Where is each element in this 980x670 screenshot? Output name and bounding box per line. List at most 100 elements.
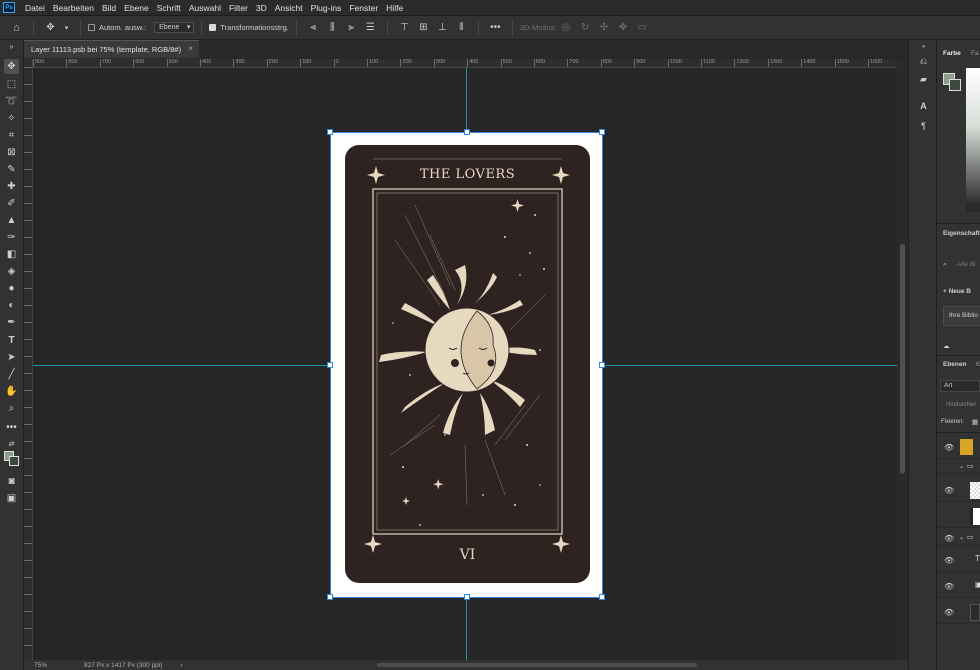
lock-transparency-icon[interactable]: ▦ [972, 418, 978, 426]
blur-tool-icon[interactable]: ● [4, 281, 19, 296]
screen-mode-icon[interactable]: ▣ [4, 491, 19, 506]
menu-auswahl[interactable]: Auswahl [185, 3, 225, 13]
layer-row[interactable]: 👁 [937, 600, 980, 624]
marquee-tool-icon[interactable]: ⬚ [4, 77, 19, 92]
align-distribute-icon[interactable]: ☰ [364, 21, 377, 34]
dodge-tool-icon[interactable]: ◐ [4, 298, 19, 313]
menu-bearbeiten[interactable]: Bearbeiten [49, 3, 98, 13]
document-tab[interactable]: Layer 11113.psb bei 75% (template, RGB/8… [24, 40, 199, 58]
background-color-swatch[interactable] [9, 456, 19, 466]
lasso-tool-icon[interactable]: ➰ [4, 94, 19, 109]
document-canvas[interactable]: THE LOVERS VI [327, 129, 605, 600]
comments-icon[interactable]: ▰ [917, 73, 930, 86]
transform-handle-bottom-right[interactable] [599, 594, 605, 600]
chevron-down-icon[interactable]: ⌄ [959, 534, 964, 541]
more-options-icon[interactable]: ••• [489, 21, 502, 34]
align-top-icon[interactable]: ⊤ [398, 21, 411, 34]
layer-group-row[interactable]: ⌄ ▭ [937, 460, 980, 474]
menu-schrift[interactable]: Schrift [153, 3, 185, 13]
transform-handle-bottom-left[interactable] [327, 594, 333, 600]
3d-pan-icon[interactable]: ✣ [598, 21, 611, 34]
color-picker-field[interactable] [966, 68, 980, 212]
auto-select-checkbox[interactable] [88, 24, 95, 31]
visibility-eye-icon[interactable]: 👁 [944, 608, 954, 617]
layer-row[interactable]: 👁 ▣ [937, 574, 980, 598]
menu-hilfe[interactable]: Hilfe [382, 3, 407, 13]
auto-select-option[interactable]: Autom. ausw.: [88, 23, 146, 32]
auto-select-dropdown[interactable]: Ebene [154, 22, 195, 33]
visibility-eye-icon[interactable]: 👁 [944, 534, 954, 543]
zoom-level[interactable]: 75% [34, 662, 72, 669]
character-icon[interactable]: A [917, 99, 930, 112]
crop-tool-icon[interactable]: ⌗ [4, 128, 19, 143]
3d-orbit-icon[interactable]: ◎ [560, 21, 573, 34]
background-color-swatch[interactable] [949, 79, 961, 91]
menu-3d[interactable]: 3D [252, 3, 271, 13]
type-tool-icon[interactable]: T [4, 333, 19, 348]
chevron-down-icon[interactable]: ▾ [60, 21, 73, 34]
menu-bild[interactable]: Bild [98, 3, 120, 13]
collapse-icon[interactable]: « [917, 40, 930, 53]
align-center-icon[interactable]: ⫼ [326, 21, 339, 34]
transform-handle-top-left[interactable] [327, 129, 333, 135]
transform-handle-bottom[interactable] [464, 594, 470, 600]
magic-wand-tool-icon[interactable]: ✧ [4, 111, 19, 126]
frame-tool-icon[interactable]: ⊠ [4, 145, 19, 160]
close-icon[interactable]: × [188, 44, 193, 53]
visibility-eye-icon[interactable]: 👁 [944, 556, 954, 565]
align-bottom-icon[interactable]: ⊥ [436, 21, 449, 34]
quick-mask-icon[interactable]: ◙ [4, 474, 19, 489]
layer-row[interactable]: 👁 T [937, 548, 980, 572]
distribute-icon[interactable]: ⦀ [455, 21, 468, 34]
3d-camera-icon[interactable]: ▭ [636, 21, 649, 34]
layer-row[interactable] [937, 504, 980, 528]
paragraph-icon[interactable]: ¶ [917, 119, 930, 132]
tab-layers[interactable]: Ebenen [943, 361, 966, 368]
collapse-icon[interactable]: » [4, 40, 19, 55]
transform-handle-right[interactable] [599, 362, 605, 368]
library-search-placeholder[interactable]: Alle Bi [957, 261, 975, 268]
chevron-right-icon[interactable]: › [180, 662, 182, 669]
menu-fenster[interactable]: Fenster [345, 3, 382, 13]
transform-handle-top-right[interactable] [599, 129, 605, 135]
transform-handle-top[interactable] [464, 129, 470, 135]
3d-roll-icon[interactable]: ↻ [579, 21, 592, 34]
transform-controls-option[interactable]: Transformationsstrg. [209, 23, 289, 32]
move-tool-icon[interactable]: ✥ [44, 21, 57, 34]
layer-group-row[interactable]: 👁 ⌄ ▭ [937, 530, 980, 546]
home-icon[interactable]: ⌂ [10, 21, 23, 34]
cloud-icon[interactable]: ☁ [943, 342, 950, 350]
visibility-eye-icon[interactable]: 👁 [944, 486, 954, 495]
move-tool-icon[interactable]: ✥ [4, 59, 19, 74]
tab-color[interactable]: Farbe [943, 50, 961, 57]
vertical-ruler[interactable] [24, 59, 33, 661]
more-tools-icon[interactable]: ••• [4, 420, 19, 435]
transform-handle-left[interactable] [327, 362, 333, 368]
align-middle-icon[interactable]: ⊞ [417, 21, 430, 34]
align-left-icon[interactable]: ⫷ [307, 21, 320, 34]
layer-row[interactable]: 👁 [937, 435, 980, 459]
paint-bucket-tool-icon[interactable]: ◈ [4, 264, 19, 279]
path-selection-tool-icon[interactable]: ➤ [4, 350, 19, 365]
history-icon[interactable]: ⎌ [917, 55, 930, 68]
stamp-tool-icon[interactable]: ▲ [4, 213, 19, 228]
align-right-icon[interactable]: ⫸ [345, 21, 358, 34]
zoom-tool-icon[interactable]: ⌕ [4, 401, 19, 416]
tab-swatches[interactable]: Fa [971, 50, 979, 57]
history-brush-tool-icon[interactable]: ✑ [4, 230, 19, 245]
menu-ansicht[interactable]: Ansicht [271, 3, 307, 13]
vertical-scrollbar[interactable] [897, 59, 908, 661]
line-tool-icon[interactable]: ╱ [4, 367, 19, 382]
visibility-eye-icon[interactable]: 👁 [944, 443, 954, 452]
new-library-button[interactable]: + Neue B [943, 288, 971, 295]
hand-tool-icon[interactable]: ✋ [4, 384, 19, 399]
swap-colors-icon[interactable]: ⇄ [4, 436, 19, 451]
chevron-down-icon[interactable]: ⌄ [959, 463, 964, 470]
transform-controls-checkbox[interactable] [209, 24, 217, 31]
blend-mode-dropdown[interactable]: Hindurchwi [946, 402, 976, 408]
search-icon[interactable]: ⌕ [943, 261, 947, 269]
vertical-scroll-thumb[interactable] [900, 244, 905, 474]
menu-ebene[interactable]: Ebene [120, 3, 153, 13]
eraser-tool-icon[interactable]: ◧ [4, 247, 19, 262]
menu-filter[interactable]: Filter [225, 3, 252, 13]
